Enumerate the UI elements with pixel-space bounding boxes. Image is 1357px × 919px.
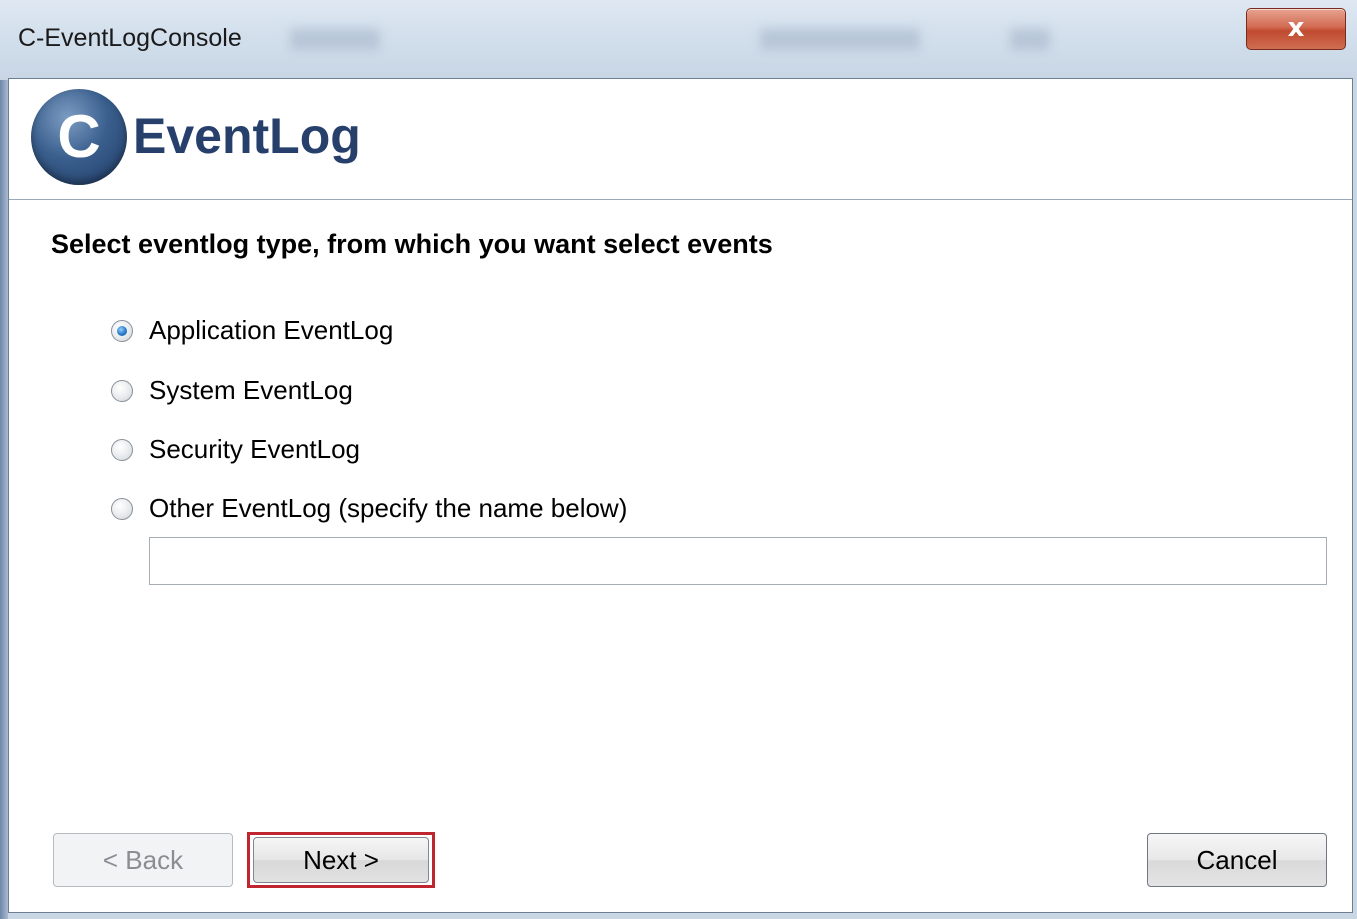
window-frame-edge	[0, 80, 8, 919]
option-label[interactable]: Security EventLog	[149, 434, 360, 465]
banner: C EventLog	[9, 79, 1352, 200]
option-label[interactable]: Application EventLog	[149, 315, 393, 346]
radio-application[interactable]	[111, 320, 133, 342]
close-icon: x	[1287, 13, 1305, 43]
wizard-dialog: C EventLog Select eventlog type, from wh…	[8, 78, 1353, 913]
page-heading: Select eventlog type, from which you wan…	[51, 229, 773, 259]
option-label[interactable]: Other EventLog (specify the name below)	[149, 493, 627, 524]
logo-letter: C	[57, 103, 101, 170]
radio-other[interactable]	[111, 498, 133, 520]
back-button[interactable]: < Back	[53, 833, 233, 887]
title-bar: C-EventLogConsole x	[0, 0, 1357, 80]
window-title: C-EventLogConsole	[18, 24, 242, 52]
logo-text: EventLog	[133, 108, 361, 164]
logo-icon: C	[31, 89, 127, 185]
cancel-button[interactable]: Cancel	[1147, 833, 1327, 887]
option-label[interactable]: System EventLog	[149, 375, 353, 406]
next-button[interactable]: Next >	[253, 837, 429, 883]
radio-system[interactable]	[111, 380, 133, 402]
close-button[interactable]: x	[1246, 8, 1346, 50]
other-eventlog-name-input[interactable]	[149, 537, 1327, 585]
radio-security[interactable]	[111, 439, 133, 461]
